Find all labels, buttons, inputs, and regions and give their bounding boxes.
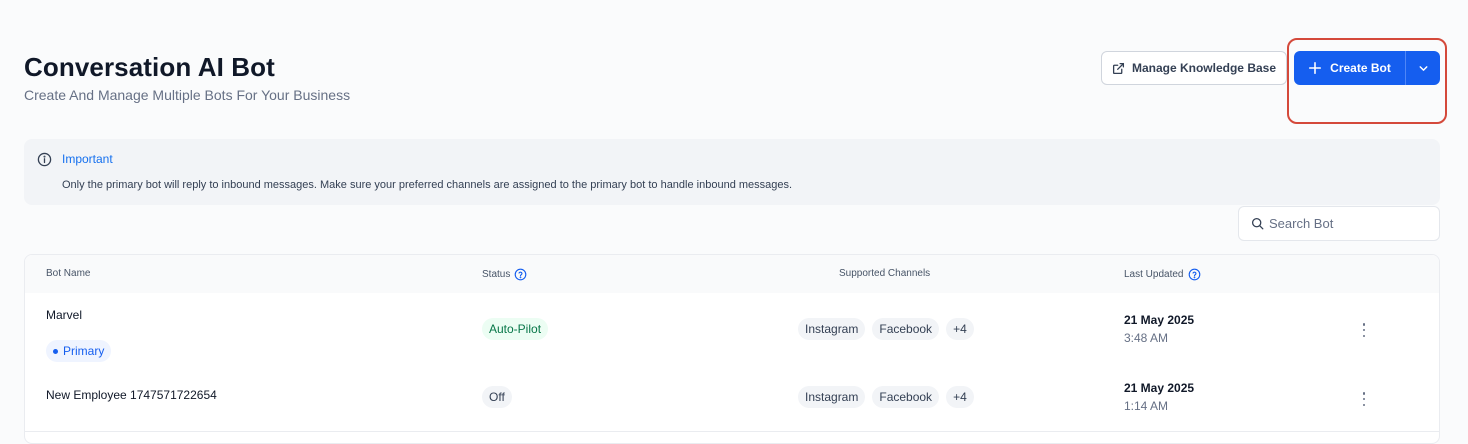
channel-chip: Facebook bbox=[872, 386, 940, 408]
manage-knowledge-base-button[interactable]: Manage Knowledge Base bbox=[1101, 51, 1287, 85]
bot-name[interactable]: New Employee 1747571722654 bbox=[46, 388, 217, 402]
badge-dot bbox=[53, 348, 58, 354]
question-circle-icon[interactable] bbox=[1188, 268, 1201, 281]
last-updated-date: 21 May 2025 bbox=[1124, 313, 1195, 327]
question-circle-icon[interactable] bbox=[514, 268, 527, 281]
page-subtitle: Create And Manage Multiple Bots For Your… bbox=[24, 87, 351, 103]
highlight-annotation-box bbox=[1287, 38, 1447, 124]
status-badge: Auto-Pilot bbox=[482, 318, 549, 340]
primary-badge-label: Primary bbox=[63, 344, 105, 358]
channel-chip: Instagram bbox=[798, 318, 866, 340]
info-icon bbox=[37, 152, 52, 172]
last-updated-time: 3:48 AM bbox=[1124, 331, 1169, 345]
more-channels-chip[interactable]: +4 bbox=[946, 318, 974, 340]
table-row[interactable]: Marvel Primary Auto-Pilot Instagram Face… bbox=[25, 293, 1439, 368]
column-header-bot-name: Bot Name bbox=[46, 268, 90, 279]
column-label-bot-name: Bot Name bbox=[46, 268, 91, 279]
status-badge: Off bbox=[482, 386, 512, 408]
search-icon bbox=[1251, 217, 1264, 230]
search-input[interactable] bbox=[1269, 216, 1429, 231]
alert-title: Important bbox=[62, 152, 113, 166]
column-label-supported-channels: Supported Channels bbox=[839, 268, 931, 279]
channel-chip: Instagram bbox=[798, 386, 866, 408]
channel-list: Instagram Facebook +4 bbox=[798, 386, 974, 408]
last-updated-time: 1:14 AM bbox=[1124, 399, 1169, 413]
column-header-supported-channels: Supported Channels bbox=[839, 268, 930, 279]
column-header-status: Status bbox=[482, 268, 527, 281]
important-alert: Important Only the primary bot will repl… bbox=[24, 139, 1440, 205]
more-channels-chip[interactable]: +4 bbox=[946, 386, 974, 408]
manage-knowledge-base-label: Manage Knowledge Base bbox=[1131, 61, 1277, 75]
table-header: Bot Name Status Supported Channels Last … bbox=[25, 255, 1439, 294]
external-link-icon bbox=[1112, 62, 1125, 75]
column-label-last-updated: Last Updated bbox=[1124, 269, 1184, 280]
primary-badge: Primary bbox=[46, 340, 112, 362]
kebab-menu-icon[interactable] bbox=[1359, 392, 1369, 406]
search-box[interactable] bbox=[1238, 206, 1440, 241]
channel-chip: Facebook bbox=[872, 318, 940, 340]
kebab-menu-icon[interactable] bbox=[1359, 323, 1369, 337]
column-header-last-updated: Last Updated bbox=[1124, 268, 1201, 281]
channel-list: Instagram Facebook +4 bbox=[798, 318, 974, 340]
bot-name[interactable]: Marvel bbox=[46, 308, 82, 322]
page-title: Conversation AI Bot bbox=[24, 52, 275, 82]
column-label-status: Status bbox=[482, 269, 511, 280]
alert-message: Only the primary bot will reply to inbou… bbox=[62, 179, 793, 191]
bots-table: Bot Name Status Supported Channels Last … bbox=[24, 254, 1440, 444]
table-row[interactable]: New Employee 1747571722654 Off Instagram… bbox=[25, 367, 1439, 432]
last-updated-date: 21 May 2025 bbox=[1124, 381, 1195, 395]
